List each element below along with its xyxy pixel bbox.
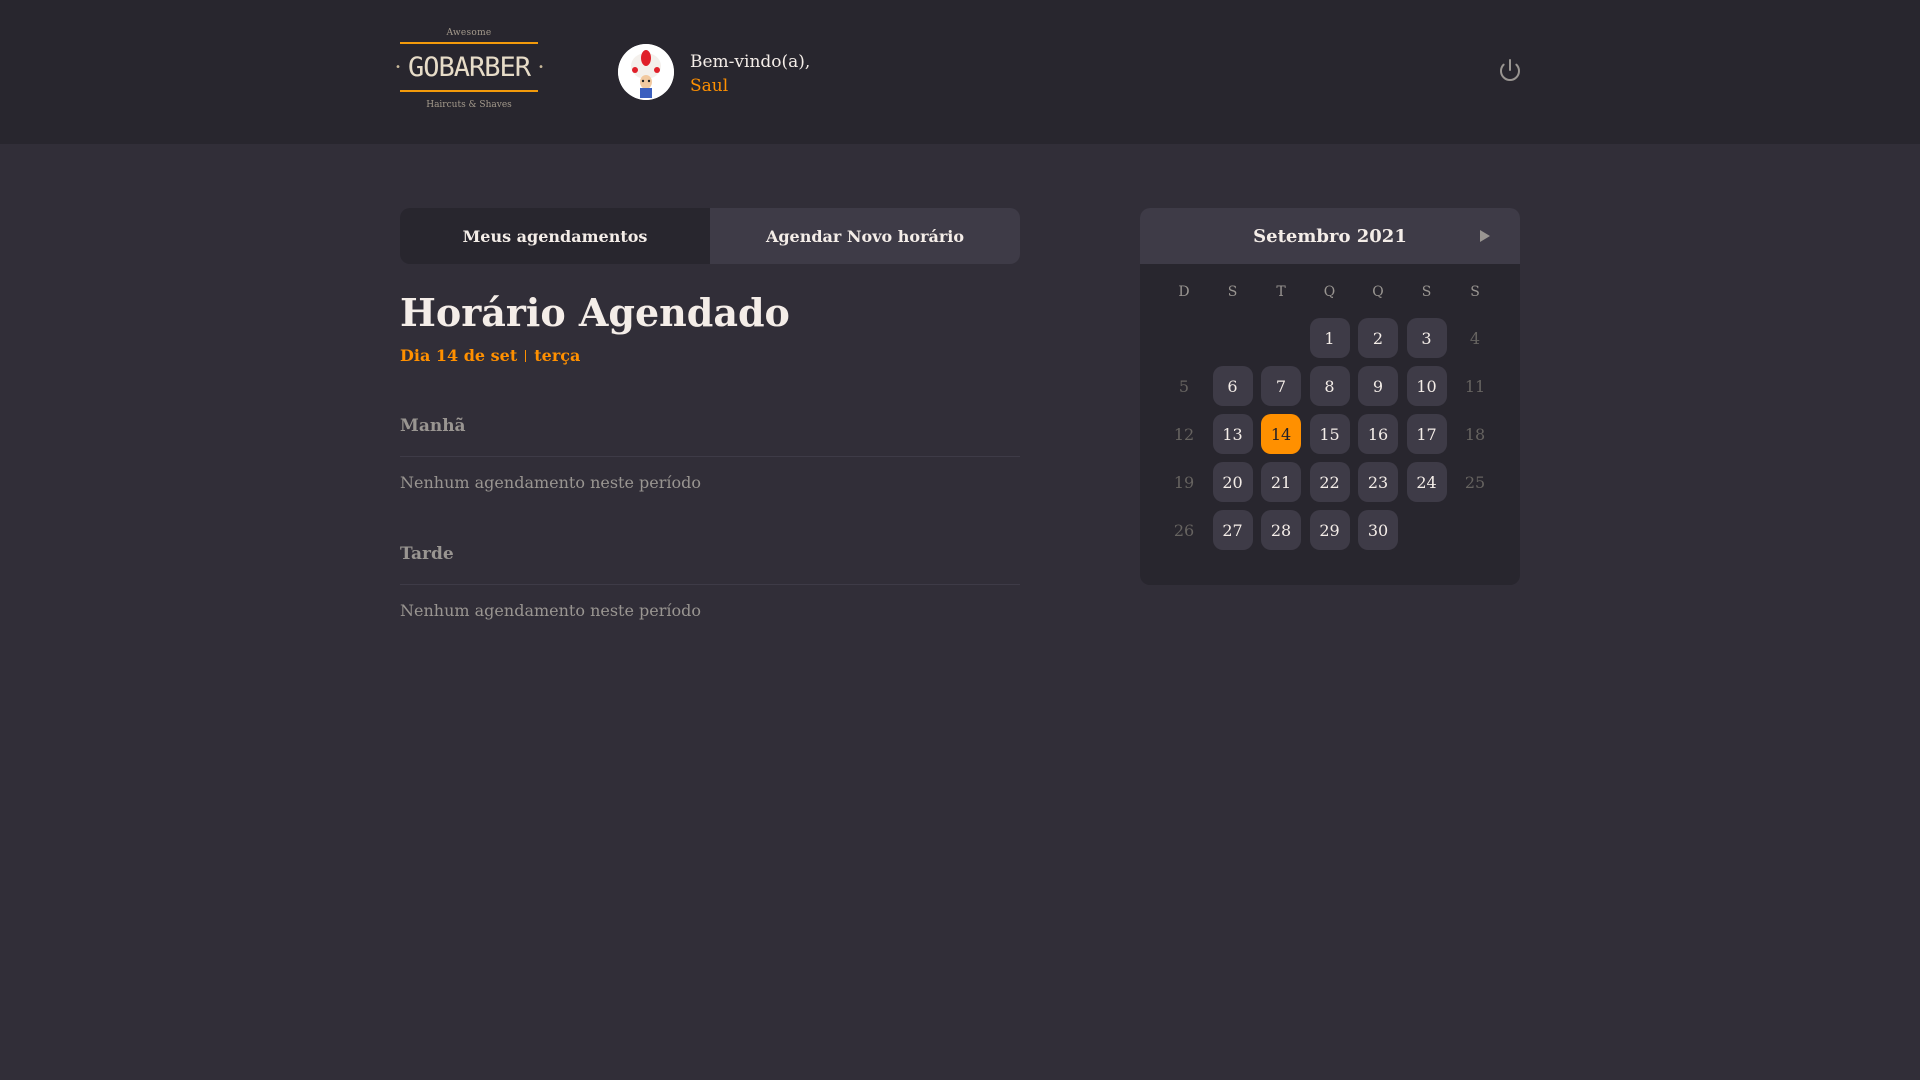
calendar-weekdays: D S T Q Q S S <box>1164 284 1504 304</box>
logo-name: GOBARBER <box>407 51 531 83</box>
calendar-day-disabled: 26 <box>1173 520 1195 540</box>
calendar-day[interactable]: 9 <box>1358 366 1398 406</box>
calendar-day-disabled: 4 <box>1469 328 1481 348</box>
calendar-day[interactable]: 22 <box>1309 462 1350 502</box>
signout-button[interactable] <box>1498 58 1522 82</box>
welcome-block: Bem-vindo(a), Saul <box>690 50 810 98</box>
section-morning-title: Manhã <box>400 416 466 436</box>
calendar-day[interactable]: 28 <box>1261 510 1301 550</box>
calendar-day[interactable]: 30 <box>1358 510 1398 550</box>
date-separator <box>525 349 527 362</box>
afternoon-empty-message: Nenhum agendamento neste período <box>400 601 702 620</box>
next-month-icon[interactable] <box>1480 230 1490 242</box>
calendar-day[interactable]: 15 <box>1309 414 1350 454</box>
calendar-day[interactable]: 21 <box>1261 462 1301 502</box>
selected-date: Dia 14 de set terça <box>400 346 580 365</box>
logo-wordmark: • GOBARBER • <box>395 42 544 92</box>
calendar-day[interactable]: 7 <box>1261 366 1301 406</box>
calendar-week: 19 20 21 22 23 24 25 <box>1164 462 1504 502</box>
weekday-label: Q <box>1372 284 1384 300</box>
weekday-label: T <box>1276 284 1286 300</box>
tab-new-appointment[interactable]: Agendar Novo horário <box>710 208 1020 264</box>
weekday-label: S <box>1227 284 1238 300</box>
logo-tagline-bottom: Haircuts & Shaves <box>426 100 512 110</box>
calendar-day[interactable]: 23 <box>1358 462 1398 502</box>
calendar-day-selected[interactable]: 14 <box>1261 414 1301 454</box>
calendar-grid: D S T Q Q S S 1 2 3 4 5 6 7 8 9 10 11 12 13 14 15 16 17 1… <box>1164 284 1504 550</box>
calendar-header: Setembro 2021 <box>1140 208 1520 264</box>
calendar-day[interactable]: 1 <box>1309 318 1350 358</box>
calendar-day-disabled: 12 <box>1173 424 1195 444</box>
gobarber-logo[interactable]: Awesome • GOBARBER • Haircuts & Shaves <box>395 28 544 116</box>
calendar-day-disabled: 5 <box>1178 376 1190 396</box>
calendar-day[interactable]: 17 <box>1406 414 1447 454</box>
section-afternoon-divider <box>400 584 1020 585</box>
weekday-label: D <box>1178 284 1190 300</box>
calendar-day[interactable]: 8 <box>1309 366 1350 406</box>
welcome-text: Bem-vindo(a), <box>690 52 811 72</box>
calendar-day[interactable]: 29 <box>1309 510 1350 550</box>
calendar-week: 5 6 7 8 9 10 11 <box>1164 366 1504 406</box>
selected-day-label: Dia 14 de set <box>400 346 518 365</box>
mushroom-avatar-icon <box>618 44 674 100</box>
logo-tagline-top: Awesome <box>446 28 492 38</box>
avatar[interactable] <box>618 44 674 100</box>
selected-weekday-label: terça <box>534 346 581 365</box>
calendar-month-label: Setembro 2021 <box>1253 225 1407 247</box>
calendar-week: 12 13 14 15 16 17 18 <box>1164 414 1504 454</box>
morning-empty-message: Nenhum agendamento neste período <box>400 473 702 492</box>
calendar-day-disabled: 18 <box>1464 424 1486 444</box>
calendar-day-disabled: 19 <box>1173 472 1195 492</box>
weekday-label: S <box>1421 284 1432 300</box>
calendar-day[interactable]: 13 <box>1212 414 1253 454</box>
calendar-day[interactable]: 10 <box>1406 366 1447 406</box>
section-afternoon-title: Tarde <box>400 544 454 564</box>
calendar-day[interactable]: 24 <box>1406 462 1447 502</box>
calendar-day-disabled: 25 <box>1464 472 1486 492</box>
calendar-day[interactable]: 27 <box>1212 510 1253 550</box>
weekday-label: S <box>1470 284 1480 300</box>
user-name-link[interactable]: Saul <box>690 74 810 98</box>
power-icon <box>1500 59 1520 81</box>
calendar-day[interactable]: 6 <box>1212 366 1253 406</box>
calendar: Setembro 2021 D S T Q Q S S 1 2 3 4 5 6 7 8 9 10 1… <box>1140 208 1520 585</box>
calendar-day[interactable]: 2 <box>1358 318 1398 358</box>
calendar-day[interactable]: 20 <box>1212 462 1253 502</box>
section-morning-divider <box>400 456 1020 457</box>
schedule-tabs: Meus agendamentos Agendar Novo horário <box>400 208 1020 264</box>
app-header: Awesome • GOBARBER • Haircuts & Shaves Bem… <box>0 0 1920 144</box>
tab-my-appointments[interactable]: Meus agendamentos <box>400 208 710 264</box>
calendar-day-disabled: 11 <box>1464 376 1486 396</box>
calendar-week: 26 27 28 29 30 <box>1164 510 1504 550</box>
calendar-day[interactable]: 3 <box>1406 318 1447 358</box>
calendar-day[interactable]: 16 <box>1358 414 1398 454</box>
page-title: Horário Agendado <box>400 290 790 335</box>
weekday-label: Q <box>1323 284 1336 300</box>
calendar-week: 123 4 <box>1164 318 1504 358</box>
